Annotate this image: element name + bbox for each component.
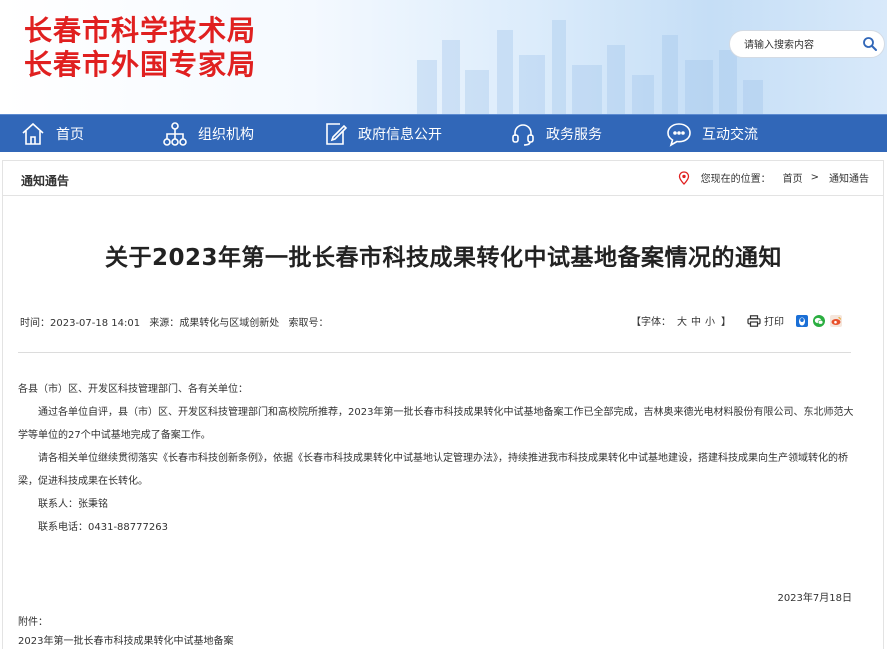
article-tools: 【字体： 大 中 小 】 打印	[631, 313, 842, 328]
nav-item-gov-info[interactable]: 政府信息公开	[322, 115, 442, 153]
font-small-button[interactable]: 小	[705, 313, 715, 328]
nav-label-gov-info: 政府信息公开	[358, 127, 442, 143]
nav-label-organization: 组织机构	[198, 127, 254, 143]
nav-label-gov-service: 政务服务	[546, 127, 602, 143]
article-body: 各县（市）区、开发区科技管理部门、各有关单位： 通过各单位自评，县（市）区、开发…	[18, 378, 854, 539]
share-qq-icon[interactable]	[796, 314, 808, 327]
source-label: 来源：	[149, 318, 180, 329]
source-value: 成果转化与区域创新处	[179, 318, 280, 329]
qq-penguin-icon	[799, 317, 805, 325]
share-wechat-icon[interactable]	[813, 314, 825, 327]
breadcrumb-home-link[interactable]: 首页	[783, 170, 803, 185]
skyline-decoration	[417, 20, 763, 114]
contact-person: 联系人：张秉铭	[38, 499, 108, 510]
nav-item-home[interactable]: 首页	[20, 115, 84, 153]
font-large-button[interactable]: 大	[677, 313, 687, 328]
headset-icon	[512, 124, 534, 146]
nav-label-interaction: 互动交流	[702, 127, 758, 143]
location-label: 您现在的位置：	[700, 174, 771, 185]
font-medium-button[interactable]: 中	[691, 313, 701, 328]
wechat-bubble-icon	[814, 317, 824, 324]
breadcrumb-current-link[interactable]: 通知通告	[829, 170, 869, 185]
article-meta: 时间：2023-07-18 14:01 来源：成果转化与区域创新处 索取号：	[20, 314, 335, 329]
print-label: 打印	[764, 317, 784, 328]
nav-item-organization[interactable]: 组织机构	[162, 115, 254, 153]
section-title: 通知通告	[21, 174, 70, 188]
paragraph-2: 请各相关单位继续贯彻落实《长春市科技创新条例》，依据《长春市科技成果转化中试基地…	[18, 453, 848, 487]
font-size-label-close: 】	[721, 317, 731, 328]
nav-label-home: 首页	[56, 127, 84, 143]
home-icon	[22, 122, 44, 145]
edit-document-icon	[326, 123, 348, 145]
weibo-eye-icon	[831, 316, 841, 325]
contact-phone: 联系电话：0431-88777263	[38, 522, 168, 533]
time-label: 时间：	[20, 318, 50, 329]
search-input[interactable]	[742, 35, 856, 55]
attachment-link[interactable]: 2023年第一批长春市科技成果转化中试基地备案	[18, 632, 233, 647]
org-chart-icon	[163, 122, 187, 146]
printer-icon	[747, 314, 761, 327]
meta-divider	[18, 352, 851, 353]
time-value: 2023-07-18 14:01	[50, 318, 141, 329]
search-icon[interactable]	[862, 36, 878, 52]
logo-line-1: 长春市科学技术局	[24, 14, 257, 47]
nav-item-interaction[interactable]: 互动交流	[666, 115, 758, 153]
nav-item-gov-service[interactable]: 政务服务	[510, 115, 602, 153]
font-size-label: 【字体：	[631, 317, 671, 328]
print-button[interactable]: 打印	[747, 313, 784, 328]
breadcrumb: 您现在的位置： 首页 > 通知通告	[677, 170, 869, 185]
chat-bubble-icon	[667, 123, 691, 147]
site-header: 长春市科学技术局 长春市外国专家局	[0, 0, 887, 114]
breadcrumb-bar: 通知通告 您现在的位置： 首页 > 通知通告	[2, 160, 884, 196]
search-box	[729, 30, 885, 58]
index-label: 索取号：	[288, 318, 329, 329]
main-nav: 首页 组织机构 政府信息公开 政务服务 互动交流	[0, 114, 887, 152]
attachment-label: 附件：	[18, 617, 48, 628]
breadcrumb-separator: >	[810, 172, 819, 183]
location-pin-icon	[678, 170, 689, 185]
logo-line-2: 长春市外国专家局	[24, 48, 257, 81]
share-weibo-icon[interactable]	[830, 314, 842, 327]
salutation: 各县（市）区、开发区科技管理部门、各有关单位：	[18, 384, 248, 395]
paragraph-1: 通过各单位自评，县（市）区、开发区科技管理部门和高校院所推荐，2023年第一批长…	[18, 407, 854, 441]
site-logo[interactable]: 长春市科学技术局 长春市外国专家局	[24, 14, 256, 82]
article-title: 关于2023年第一批长春市科技成果转化中试基地备案情况的通知	[104, 245, 782, 271]
article-date: 2023年7月18日	[777, 593, 852, 604]
